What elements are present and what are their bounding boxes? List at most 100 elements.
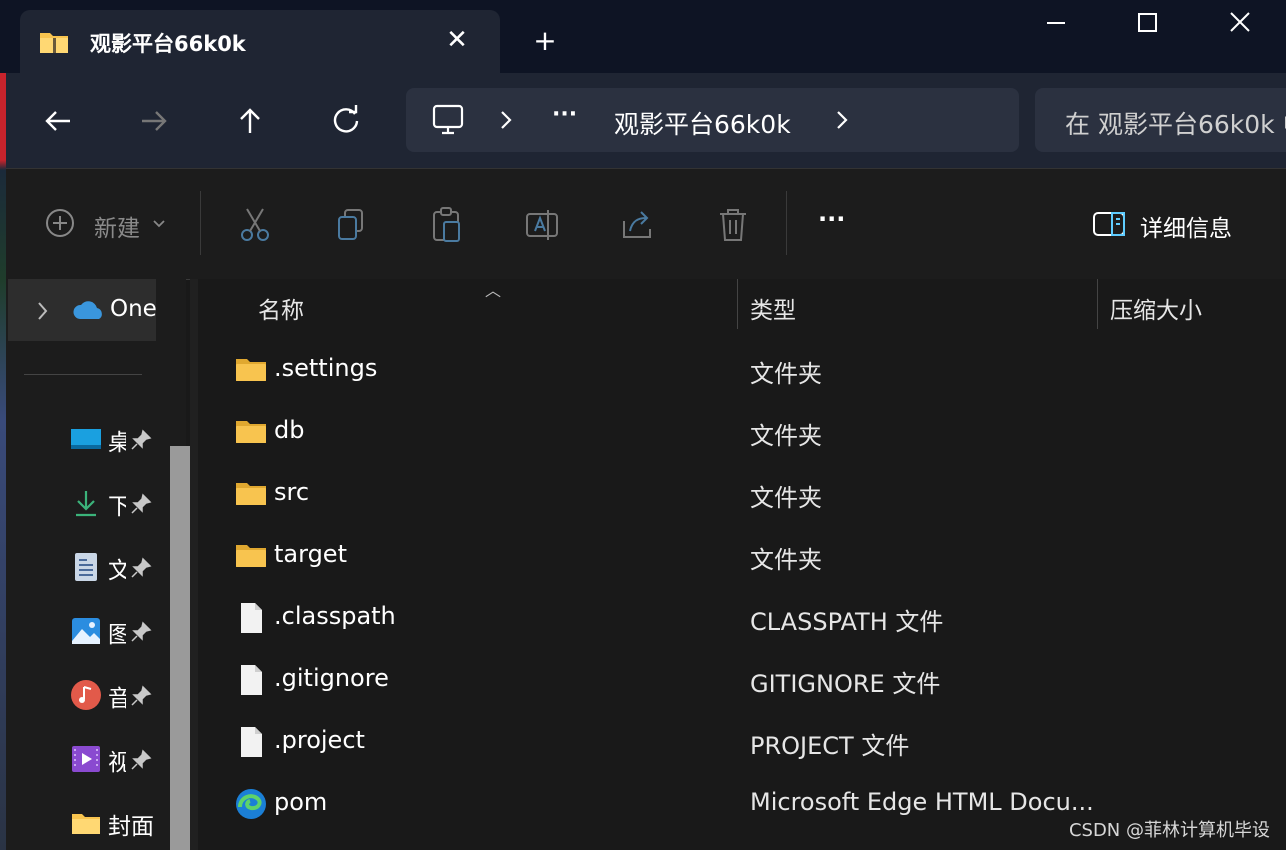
breadcrumb-overflow-button[interactable]: ··· [552, 102, 577, 127]
pin-icon[interactable] [130, 749, 152, 771]
tab-close-icon[interactable]: ✕ [442, 25, 472, 55]
file-type: CLASSPATH 文件 [750, 608, 944, 636]
quick-access-pictures[interactable]: 图片 [70, 611, 180, 651]
file-row[interactable]: target 文件夹 [198, 525, 1286, 587]
expand-chevron-icon[interactable] [34, 299, 50, 323]
details-pane-button[interactable]: 详细信息 [1092, 205, 1252, 245]
file-row[interactable]: src 文件夹 [198, 463, 1286, 525]
more-options-button[interactable]: ··· [816, 205, 856, 245]
desktop-icon [71, 429, 101, 449]
column-divider[interactable] [1097, 279, 1098, 329]
minimize-button[interactable] [1036, 8, 1076, 38]
quick-access-desktop[interactable]: 桌面 [70, 419, 180, 459]
file-type: 文件夹 [750, 422, 822, 450]
file-row[interactable]: .project PROJECT 文件 [198, 711, 1286, 773]
quick-access-label: 下载 [108, 494, 126, 520]
breadcrumb-current[interactable]: 观影平台66k0k [614, 105, 791, 141]
nav-pane-scrollbar[interactable] [170, 446, 190, 850]
quick-access-label: 音乐 [108, 686, 126, 712]
file-type: 文件夹 [750, 546, 822, 574]
pin-icon[interactable] [130, 557, 152, 579]
onedrive-icon [73, 301, 102, 319]
column-header-type[interactable]: 类型 [750, 291, 796, 325]
refresh-button[interactable] [324, 99, 368, 143]
file-name: src [274, 478, 310, 506]
file-type: 文件夹 [750, 360, 822, 388]
file-list: ︿ 名称 类型 压缩大小 .settings 文件夹 db 文件夹 src 文件… [198, 279, 1286, 850]
up-button[interactable] [228, 99, 272, 143]
nav-item-onedrive[interactable]: One [8, 279, 157, 341]
file-type: 文件夹 [750, 484, 822, 512]
delete-icon[interactable] [716, 205, 750, 245]
navigation-bar: ··· 观影平台66k0k 在 观影平台66k0k 中搜索 [6, 73, 1286, 168]
file-name: .settings [274, 354, 378, 382]
pane-splitter[interactable] [190, 279, 198, 850]
quick-access-cover[interactable]: 封面 [70, 803, 180, 843]
folder-icon [236, 421, 266, 443]
chevron-right-icon[interactable] [498, 108, 514, 136]
pin-icon[interactable] [130, 685, 152, 707]
forward-button[interactable] [132, 99, 176, 143]
new-tab-button[interactable]: + [530, 26, 560, 56]
toolbar-separator [786, 191, 787, 255]
file-type: Microsoft Edge HTML Docu... [750, 788, 1094, 816]
file-type: GITIGNORE 文件 [750, 670, 941, 698]
file-icon [241, 727, 262, 757]
file-name: target [274, 540, 347, 568]
file-name: .classpath [274, 602, 396, 630]
search-box[interactable]: 在 观影平台66k0k 中搜索 [1035, 88, 1286, 152]
file-name: pom [274, 788, 328, 816]
quick-access-label: 图片 [108, 622, 126, 648]
column-header-compressed-size[interactable]: 压缩大小 [1110, 291, 1202, 325]
edge-icon [236, 789, 266, 819]
videos-icon [72, 746, 100, 772]
search-placeholder: 在 观影平台66k0k 中搜索 [1065, 110, 1286, 139]
maximize-button[interactable] [1127, 8, 1167, 38]
navigation-pane: One 桌面 下载 文档 图片 音乐 视频 封面 [6, 279, 190, 850]
folder-icon [236, 483, 266, 505]
this-pc-icon[interactable] [430, 103, 466, 141]
file-type: PROJECT 文件 [750, 732, 910, 760]
file-row[interactable]: .classpath CLASSPATH 文件 [198, 587, 1286, 649]
tab-active[interactable]: 观影平台66k0k ✕ [20, 10, 500, 73]
close-window-button[interactable] [1220, 8, 1260, 38]
toolbar-separator [200, 191, 201, 255]
music-icon [71, 680, 101, 710]
quick-access-label: 文档 [108, 558, 126, 584]
pin-icon[interactable] [130, 621, 152, 643]
quick-access-label: 桌面 [108, 430, 126, 456]
quick-access-label: 视频 [108, 750, 126, 776]
cut-icon[interactable] [238, 205, 272, 245]
file-row[interactable]: db 文件夹 [198, 401, 1286, 463]
share-icon[interactable] [620, 205, 656, 245]
quick-access-documents[interactable]: 文档 [70, 547, 180, 587]
title-bar: 观影平台66k0k ✕ + [0, 0, 1286, 73]
quick-access-label: 封面 [108, 814, 154, 840]
file-icon [241, 603, 262, 633]
column-header-name[interactable]: 名称 [258, 291, 304, 325]
pin-icon[interactable] [130, 493, 152, 515]
address-bar[interactable]: ··· 观影平台66k0k [406, 88, 1019, 152]
copy-icon[interactable] [334, 205, 368, 245]
paste-icon[interactable] [430, 205, 464, 245]
onedrive-label: One [110, 296, 157, 322]
column-divider[interactable] [737, 279, 738, 329]
tab-title: 观影平台66k0k [90, 32, 246, 56]
quick-access-videos[interactable]: 视频 [70, 739, 180, 779]
new-button[interactable]: 新建 [44, 205, 174, 245]
folder-icon [72, 814, 100, 834]
quick-access-downloads[interactable]: 下载 [70, 483, 180, 523]
new-button-label: 新建 [94, 216, 140, 242]
pin-icon[interactable] [130, 429, 152, 451]
file-icon [241, 665, 262, 695]
file-row[interactable]: .settings 文件夹 [198, 339, 1286, 401]
file-name: .project [274, 726, 365, 754]
sort-ascending-icon: ︿ [485, 281, 502, 300]
back-button[interactable] [36, 99, 80, 143]
quick-access-music[interactable]: 音乐 [70, 675, 180, 715]
breadcrumb-chevron-icon[interactable] [834, 108, 850, 136]
download-icon [76, 491, 96, 517]
file-row[interactable]: .gitignore GITIGNORE 文件 [198, 649, 1286, 711]
nav-divider [24, 374, 142, 375]
rename-icon[interactable] [524, 205, 560, 245]
